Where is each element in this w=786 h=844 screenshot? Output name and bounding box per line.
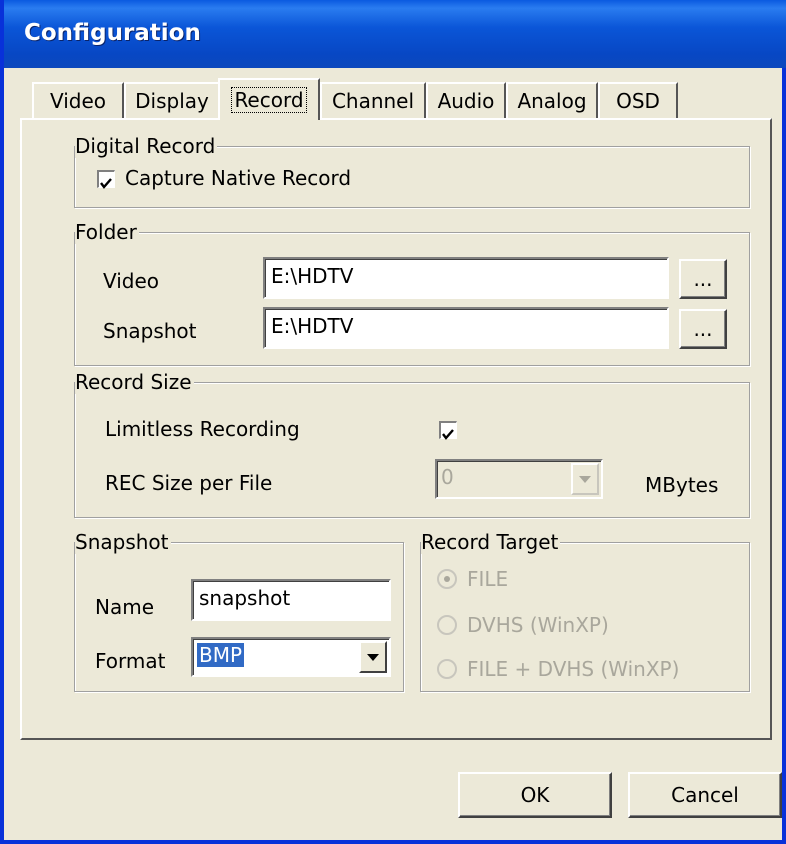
cancel-button[interactable]: Cancel — [628, 772, 782, 818]
snapshot-group: Snapshot Name snapshot Format BMP — [74, 530, 404, 692]
radio-file-dvhs[interactable] — [437, 659, 457, 679]
radio-file[interactable] — [437, 569, 457, 589]
tab-video[interactable]: Video — [32, 82, 124, 118]
radio-file-label: FILE — [467, 567, 509, 591]
video-folder-input[interactable]: E:\HDTV — [263, 257, 669, 299]
record-size-group: Record Size Limitless Recording REC Size… — [74, 370, 750, 518]
record-target-title: Record Target — [421, 530, 561, 554]
digital-record-title: Digital Record — [75, 134, 218, 158]
snapshot-name-input[interactable]: snapshot — [191, 579, 391, 621]
window-title: Configuration — [24, 20, 201, 46]
tab-record[interactable]: Record — [218, 78, 320, 120]
record-target-group: Record Target FILE DVHS (WinXP) FILE + D… — [420, 530, 750, 692]
tab-osd[interactable]: OSD — [598, 82, 678, 118]
video-folder-label: Video — [103, 269, 160, 293]
rec-size-label: REC Size per File — [105, 471, 273, 495]
snapshot-folder-label: Snapshot — [103, 319, 197, 343]
tab-audio[interactable]: Audio — [426, 82, 506, 118]
radio-dvhs-label: DVHS (WinXP) — [467, 613, 609, 637]
format-dropdown-arrow[interactable] — [359, 641, 387, 673]
snapshot-folder-browse-button[interactable]: ... — [679, 309, 727, 349]
title-bar[interactable]: Configuration — [4, 0, 786, 68]
record-size-title: Record Size — [75, 370, 194, 394]
capture-native-label: Capture Native Record — [125, 166, 352, 190]
video-folder-browse-button[interactable]: ... — [679, 259, 727, 299]
checkmark-icon — [442, 429, 454, 440]
digital-record-group: Digital Record Capture Native Record — [74, 134, 750, 208]
snapshot-folder-input[interactable]: E:\HDTV — [263, 307, 669, 349]
snapshot-title: Snapshot — [75, 530, 171, 554]
checkmark-icon — [100, 178, 112, 189]
snapshot-format-value: BMP — [197, 643, 245, 667]
radio-dvhs[interactable] — [437, 615, 457, 635]
record-tab-page: Digital Record Capture Native Record Fol… — [20, 118, 772, 740]
configuration-dialog: Configuration Video Display Record Chann… — [0, 0, 786, 844]
chevron-down-icon — [579, 475, 591, 483]
mbytes-unit-label: MBytes — [645, 473, 719, 497]
rec-size-dropdown-arrow[interactable] — [571, 463, 599, 495]
rec-size-value: 0 — [441, 465, 454, 489]
tab-channel[interactable]: Channel — [320, 82, 426, 118]
snapshot-name-label: Name — [95, 595, 155, 619]
limitless-recording-label: Limitless Recording — [105, 417, 300, 441]
ok-button[interactable]: OK — [458, 772, 612, 818]
capture-native-checkbox[interactable] — [97, 170, 115, 189]
tab-analog[interactable]: Analog — [506, 82, 598, 118]
limitless-recording-checkbox[interactable] — [439, 421, 457, 440]
chevron-down-icon — [367, 653, 379, 661]
tab-display[interactable]: Display — [124, 82, 220, 118]
folder-title: Folder — [75, 220, 139, 244]
radio-file-dvhs-label: FILE + DVHS (WinXP) — [467, 657, 680, 681]
folder-group: Folder Video E:\HDTV ... Snapshot E:\HDT… — [74, 220, 750, 366]
snapshot-format-label: Format — [95, 649, 166, 673]
